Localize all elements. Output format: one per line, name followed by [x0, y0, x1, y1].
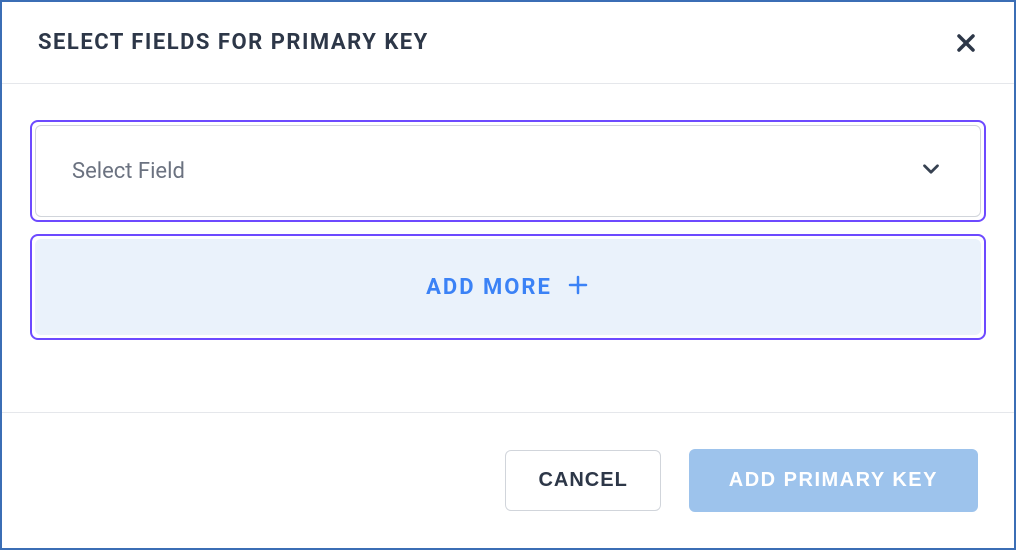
modal-title: SELECT FIELDS FOR PRIMARY KEY — [38, 30, 429, 55]
cancel-button[interactable]: CANCEL — [505, 450, 660, 511]
select-field-placeholder: Select Field — [72, 159, 185, 184]
add-more-wrapper: ADD MORE — [30, 234, 986, 340]
add-more-label: ADD MORE — [426, 275, 552, 300]
add-more-button[interactable]: ADD MORE — [35, 239, 981, 335]
modal-footer: CANCEL ADD PRIMARY KEY — [2, 412, 1014, 548]
modal-body: Select Field ADD MORE — [2, 84, 1014, 412]
plus-icon — [566, 273, 590, 301]
primary-key-modal: SELECT FIELDS FOR PRIMARY KEY Select Fie… — [0, 0, 1016, 550]
add-primary-key-button[interactable]: ADD PRIMARY KEY — [689, 449, 978, 512]
close-icon[interactable] — [954, 31, 978, 55]
chevron-down-icon — [918, 156, 944, 186]
modal-header: SELECT FIELDS FOR PRIMARY KEY — [2, 2, 1014, 84]
select-field-dropdown[interactable]: Select Field — [35, 125, 981, 217]
select-field-wrapper: Select Field — [30, 120, 986, 222]
